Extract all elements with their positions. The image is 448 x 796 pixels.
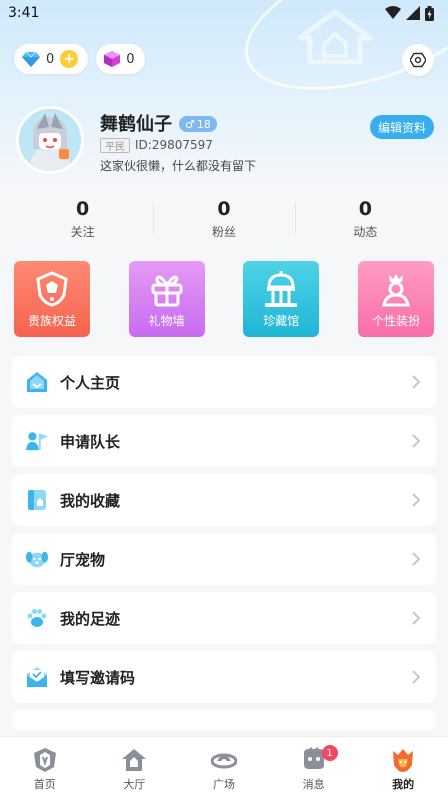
tab-label: 我的: [392, 778, 415, 791]
battery-icon: [425, 5, 434, 21]
tab-plaza[interactable]: 广场: [179, 737, 269, 796]
avatar[interactable]: [16, 106, 84, 174]
stat-label: 粉丝: [211, 225, 236, 239]
currency-row: 0 + 0: [14, 44, 145, 74]
menu-item-apply-captain[interactable]: 申请队长: [12, 415, 436, 467]
menu-label: 申请队长: [60, 432, 121, 451]
stat-fans[interactable]: 0 粉丝: [153, 198, 294, 244]
tab-label: 消息: [302, 778, 325, 791]
user-id: ID:29807597: [135, 138, 213, 152]
menu-item-hall-pet[interactable]: 厅宠物: [12, 533, 436, 585]
tab-label: 大厅: [123, 778, 146, 791]
gem-cube-icon: [104, 51, 121, 67]
feature-label: 个性装扮: [371, 314, 420, 328]
feature-noble-privileges[interactable]: 贵族权益: [14, 261, 90, 337]
stat-label: 关注: [70, 225, 95, 239]
male-icon: ♂: [185, 117, 195, 131]
menu-label: 我的足迹: [60, 609, 121, 628]
chevron-right-icon: [412, 493, 420, 507]
tab-label: 首页: [33, 778, 56, 791]
settings-button[interactable]: [402, 44, 434, 76]
unread-badge: 1: [321, 745, 338, 761]
feature-gift-wall[interactable]: 礼物墙: [128, 261, 205, 337]
rank-tag: 平民: [100, 138, 130, 153]
chevron-right-icon: [412, 375, 420, 389]
invite-envelope-icon: [26, 666, 48, 688]
user-name: 舞鹤仙子: [100, 114, 172, 135]
diamond-icon: [22, 51, 40, 67]
menu-item-partial[interactable]: [12, 710, 436, 730]
home-shield-icon: [33, 748, 56, 772]
gift-box-icon: [151, 275, 183, 307]
tab-mine[interactable]: 我的: [358, 737, 448, 796]
profile-icon: [393, 749, 414, 772]
wifi-icon: [385, 6, 401, 19]
hall-icon: [122, 749, 147, 771]
stat-value: 0: [358, 198, 372, 220]
tab-messages[interactable]: 1 消息: [269, 737, 359, 796]
feature-collection-hall[interactable]: 珍藏馆: [243, 261, 320, 337]
tab-hall[interactable]: 大厅: [90, 737, 180, 796]
settings-hexagon-icon: [410, 52, 426, 68]
menu-item-my-collection[interactable]: 我的收藏: [12, 474, 436, 526]
menu-item-invite-code[interactable]: 填写邀请码: [12, 651, 436, 703]
menu-label: 个人主页: [60, 373, 121, 392]
chevron-right-icon: [412, 552, 420, 566]
museum-icon: [265, 271, 298, 307]
stat-label: 动态: [353, 225, 378, 239]
stat-following[interactable]: 0 关注: [12, 198, 153, 244]
signal-icon: [406, 6, 420, 20]
captain-flag-icon: [26, 430, 48, 452]
tab-home[interactable]: 首页: [0, 737, 90, 796]
paw-print-icon: [26, 607, 48, 629]
avatar-character-image: [19, 109, 81, 171]
diamond-balance[interactable]: 0 +: [14, 44, 89, 74]
tab-label: 广场: [212, 778, 235, 791]
gem-count: 0: [126, 51, 135, 67]
feature-personal-dress-up[interactable]: 个性装扮: [357, 261, 434, 337]
plaza-icon: [210, 753, 237, 769]
edit-profile-button[interactable]: 编辑资料: [369, 115, 434, 139]
noble-crest-icon: [36, 271, 68, 307]
menu-label: 厅宠物: [60, 550, 106, 569]
feature-label: 礼物墙: [148, 314, 185, 328]
menu-item-personal-homepage[interactable]: 个人主页: [12, 356, 436, 408]
dress-up-icon: [382, 274, 410, 307]
user-bio: 这家伙很懒，什么都没有留下: [100, 159, 257, 173]
pet-icon: [26, 548, 48, 570]
profile-card: 舞鹤仙子 ♂ 18 平民 ID:29807597 这家伙很懒，什么都没有留下: [16, 106, 436, 176]
home-icon: [26, 371, 48, 393]
menu-label: 我的收藏: [60, 491, 121, 510]
chevron-right-icon: [412, 611, 420, 625]
status-icons: [385, 5, 434, 21]
age-value: 18: [196, 117, 211, 131]
recharge-plus-icon[interactable]: +: [60, 50, 79, 68]
stat-posts[interactable]: 0 动态: [294, 198, 436, 244]
stat-value: 0: [76, 198, 90, 220]
menu-list: 个人主页 申请队长 我的收藏 厅宠物 我的足迹 填写邀请码: [12, 356, 436, 737]
menu-item-my-footprints[interactable]: 我的足迹: [12, 592, 436, 644]
status-bar: 3:41: [0, 0, 448, 26]
collection-icon: [26, 489, 48, 511]
chevron-right-icon: [412, 434, 420, 448]
stat-value: 0: [217, 198, 231, 220]
gem-balance[interactable]: 0: [96, 44, 145, 74]
gender-age-badge: ♂ 18: [179, 116, 217, 132]
stats-row: 0 关注 0 粉丝 0 动态: [12, 198, 436, 244]
menu-label: 填写邀请码: [60, 668, 136, 687]
diamond-count: 0: [46, 51, 55, 67]
bottom-tab-bar: 首页 大厅 广场 1 消息 我的: [0, 736, 448, 796]
status-time: 3:41: [8, 5, 40, 21]
feature-grid: 贵族权益 礼物墙 珍藏馆 个性装扮: [14, 261, 434, 337]
feature-label: 珍藏馆: [263, 314, 300, 328]
chevron-right-icon: [412, 670, 420, 684]
feature-label: 贵族权益: [27, 314, 76, 328]
